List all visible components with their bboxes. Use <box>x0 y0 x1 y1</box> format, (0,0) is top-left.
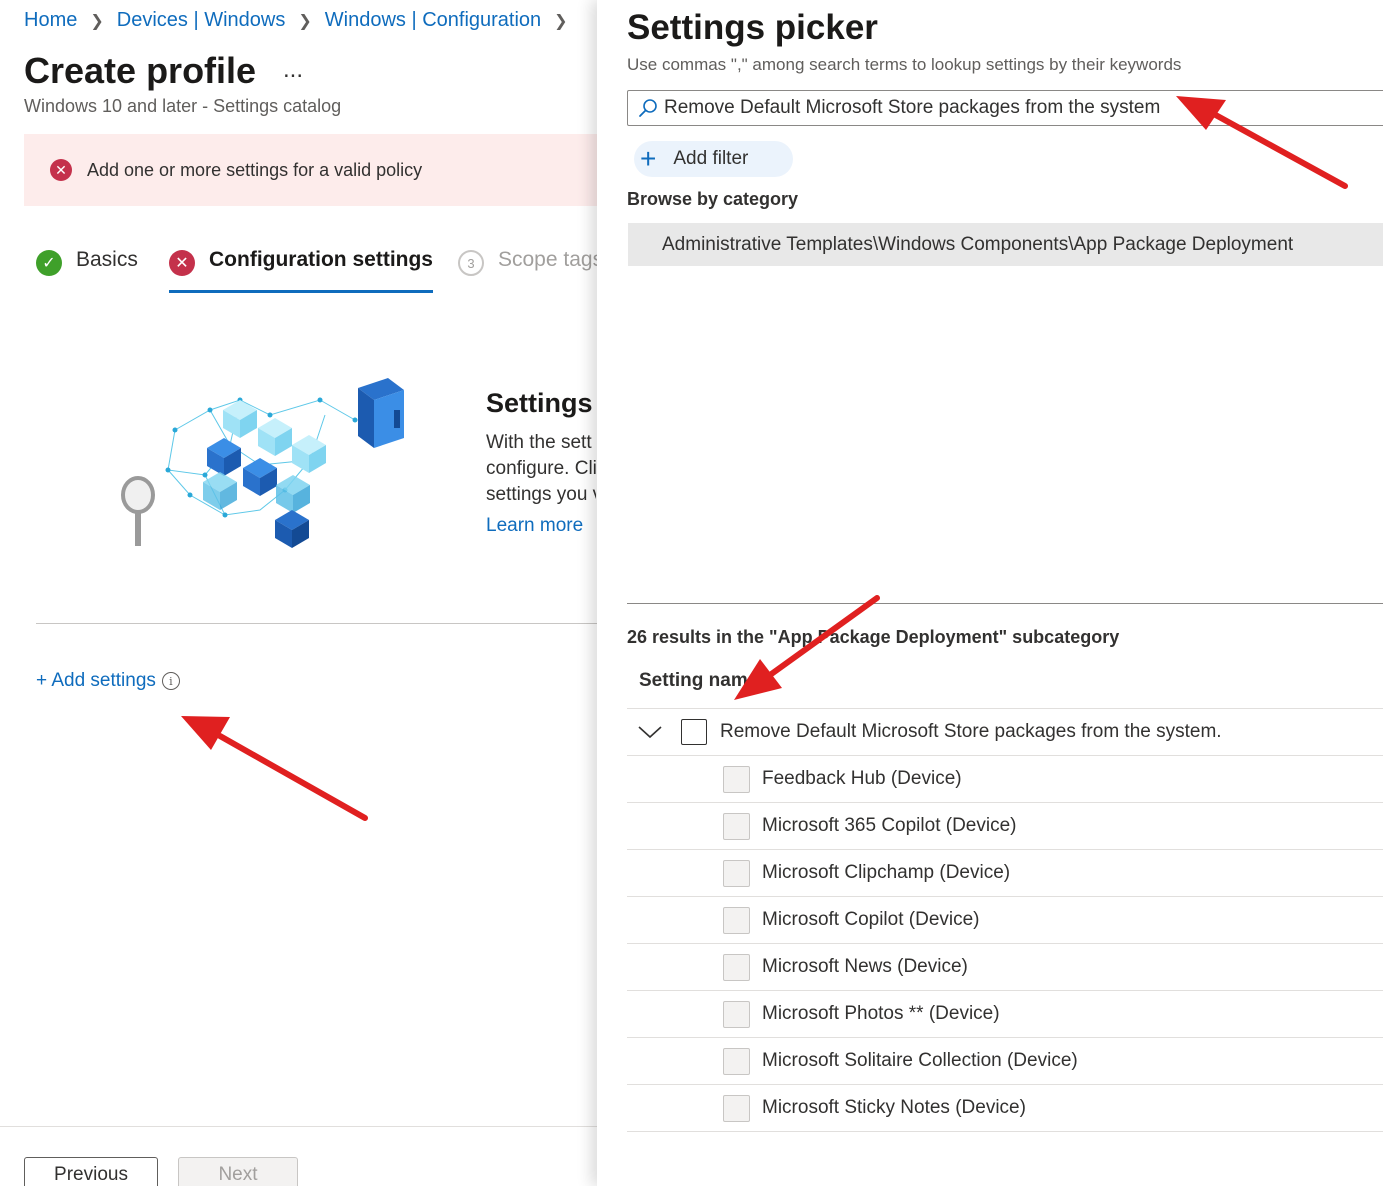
page-title: Create profile <box>24 50 257 91</box>
tab-basics[interactable]: ✓ Basics <box>36 248 138 290</box>
tab-label: Basics <box>76 248 138 271</box>
add-filter-label: Add filter <box>673 148 749 169</box>
setting-row-child[interactable]: Microsoft Sticky Notes (Device) <box>627 1085 1383 1132</box>
results-count: 26 results in the "App Package Deploymen… <box>627 627 1120 647</box>
setting-label: Microsoft Clipchamp (Device) <box>762 862 1011 883</box>
chevron-right-icon: ❯ <box>298 12 312 30</box>
add-filter-button[interactable]: + Add filter <box>634 141 793 177</box>
create-profile-pane: Home ❯ Devices | Windows ❯ Windows | Con… <box>0 0 597 1186</box>
error-circle-icon: ✕ <box>169 250 195 276</box>
picker-title: Settings picker <box>627 8 878 47</box>
next-button[interactable]: Next <box>178 1157 298 1186</box>
settings-picker-panel: Settings picker Use commas "," among sea… <box>597 0 1383 1186</box>
chevron-down-icon[interactable] <box>637 722 663 742</box>
setting-row-child[interactable]: Feedback Hub (Device) <box>627 756 1383 803</box>
error-icon: ✕ <box>50 159 72 181</box>
tab-configuration-settings[interactable]: ✕ Configuration settings <box>169 248 433 293</box>
step-number-icon: 3 <box>458 250 484 276</box>
setting-checkbox[interactable] <box>723 859 750 887</box>
setting-checkbox[interactable] <box>723 812 750 840</box>
setting-checkbox[interactable] <box>681 719 707 745</box>
setting-label: Microsoft Sticky Notes (Device) <box>762 1097 1026 1118</box>
setting-row-child[interactable]: Microsoft News (Device) <box>627 944 1383 991</box>
column-header-setting-name[interactable]: Setting name <box>639 670 758 692</box>
breadcrumb: Home ❯ Devices | Windows ❯ Windows | Con… <box>24 9 581 32</box>
setting-label: Microsoft Solitaire Collection (Device) <box>762 1050 1078 1071</box>
settings-heading: Settings <box>486 388 593 418</box>
more-options-button[interactable]: ... <box>283 56 303 84</box>
tab-label: Configuration settings <box>209 248 433 271</box>
add-settings-link[interactable]: + Add settings i <box>36 670 180 692</box>
breadcrumb-devices-windows[interactable]: Devices | Windows <box>117 9 286 32</box>
settings-catalog-illustration <box>121 378 404 548</box>
settings-list: Remove Default Microsoft Store packages … <box>627 708 1383 1132</box>
breadcrumb-home[interactable]: Home <box>24 9 77 32</box>
setting-checkbox[interactable] <box>723 953 750 981</box>
setting-label: Microsoft News (Device) <box>762 956 968 977</box>
footer-divider <box>0 1126 597 1127</box>
setting-checkbox[interactable] <box>723 906 750 934</box>
setting-row-child[interactable]: Microsoft 365 Copilot (Device) <box>627 803 1383 850</box>
divider <box>627 603 1383 604</box>
setting-checkbox[interactable] <box>723 1000 750 1028</box>
settings-search-input[interactable] <box>664 97 1364 119</box>
setting-label: Microsoft Photos ** (Device) <box>762 1003 1000 1024</box>
error-banner-text: Add one or more settings for a valid pol… <box>87 159 423 180</box>
tab-label: Scope tags <box>498 248 597 271</box>
setting-label: Microsoft 365 Copilot (Device) <box>762 815 1017 836</box>
settings-description: With the sett configure. Cli settings yo… <box>486 430 596 508</box>
setting-row-child[interactable]: Microsoft Clipchamp (Device) <box>627 850 1383 897</box>
setting-label: Feedback Hub (Device) <box>762 768 962 789</box>
setting-checkbox[interactable] <box>723 765 750 793</box>
setting-label: Microsoft Copilot (Device) <box>762 909 980 930</box>
setting-checkbox[interactable] <box>723 1094 750 1122</box>
settings-description-line: configure. Cli <box>486 458 596 479</box>
setting-checkbox[interactable] <box>723 1047 750 1075</box>
divider <box>36 623 597 624</box>
settings-description-line: With the sett <box>486 432 592 453</box>
check-circle-icon: ✓ <box>36 250 62 276</box>
add-settings-label: + Add settings <box>36 670 156 691</box>
settings-search-box[interactable] <box>627 90 1383 126</box>
settings-description-line: settings you v <box>486 484 596 505</box>
chevron-right-icon: ❯ <box>90 12 104 30</box>
info-icon[interactable]: i <box>161 672 180 690</box>
setting-row-child[interactable]: Microsoft Copilot (Device) <box>627 897 1383 944</box>
breadcrumb-windows-configuration[interactable]: Windows | Configuration <box>325 9 541 32</box>
category-item-app-package-deployment[interactable]: Administrative Templates\Windows Compone… <box>628 223 1383 266</box>
search-icon <box>639 99 657 117</box>
previous-button[interactable]: Previous <box>24 1157 158 1186</box>
setting-label: Remove Default Microsoft Store packages … <box>720 721 1222 742</box>
picker-subtitle: Use commas "," among search terms to loo… <box>627 55 1182 74</box>
setting-row-child[interactable]: Microsoft Solitaire Collection (Device) <box>627 1038 1383 1085</box>
learn-more-link[interactable]: Learn more <box>486 515 583 537</box>
page-subtitle: Windows 10 and later - Settings catalog <box>24 96 342 116</box>
tab-scope-tags[interactable]: 3 Scope tags <box>458 248 597 290</box>
setting-row-child[interactable]: Microsoft Photos ** (Device) <box>627 991 1383 1038</box>
chevron-right-icon: ❯ <box>554 12 568 30</box>
browse-by-category-label: Browse by category <box>627 189 799 209</box>
setting-row-parent[interactable]: Remove Default Microsoft Store packages … <box>627 709 1383 756</box>
error-banner: ✕ Add one or more settings for a valid p… <box>24 134 597 206</box>
plus-icon: + <box>640 143 657 174</box>
